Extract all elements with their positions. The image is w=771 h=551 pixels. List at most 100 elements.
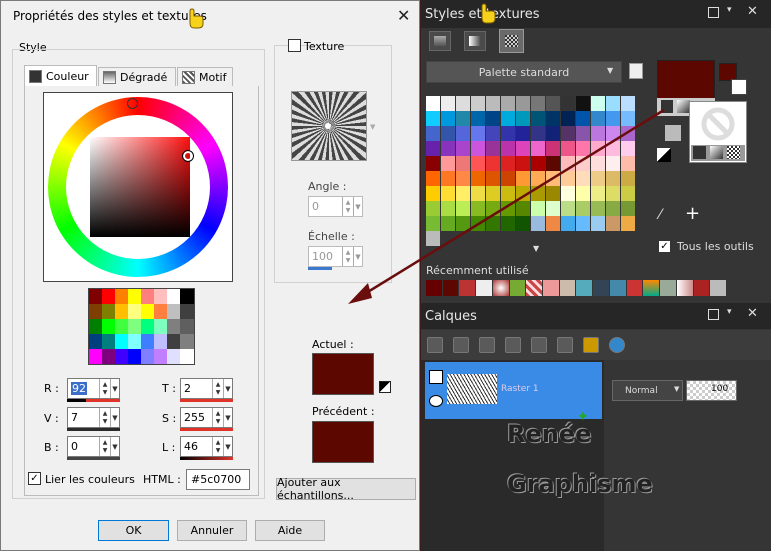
link-icon[interactable] bbox=[557, 337, 573, 353]
t-spinner[interactable]: ▲ ▼ bbox=[212, 379, 223, 398]
recent-swatch[interactable] bbox=[643, 280, 660, 296]
recent-swatch[interactable] bbox=[593, 280, 609, 296]
new-raster-icon[interactable] bbox=[453, 337, 469, 353]
layer-name[interactable]: Raster 1 bbox=[501, 384, 539, 394]
layer-group-icon[interactable] bbox=[429, 370, 443, 384]
saturation-lightness-square[interactable] bbox=[90, 137, 190, 237]
fg-style-icon[interactable] bbox=[661, 100, 673, 113]
recent-swatch[interactable] bbox=[442, 280, 459, 296]
new-layer-icon[interactable] bbox=[427, 337, 443, 353]
texture-preview[interactable] bbox=[291, 91, 367, 161]
bg-mini-swatch[interactable] bbox=[731, 79, 747, 95]
s-input[interactable]: 255 ▲ ▼ ▼ bbox=[180, 407, 233, 428]
recent-swatch[interactable] bbox=[576, 280, 593, 296]
echelle-spinner[interactable]: ▲ ▼ bbox=[342, 247, 353, 266]
eye-icon[interactable] bbox=[429, 395, 443, 407]
html-input[interactable]: #5c0700 bbox=[186, 469, 250, 490]
angle-dropdown-icon[interactable]: ▼ bbox=[353, 197, 362, 216]
recent-swatch[interactable] bbox=[509, 280, 526, 296]
fx-icon[interactable] bbox=[479, 337, 495, 353]
blend-mode-select[interactable]: Normal bbox=[612, 380, 683, 401]
r-input[interactable]: 92 ▲ ▼ ▼ bbox=[67, 378, 120, 399]
t-dropdown-icon[interactable]: ▼ bbox=[223, 379, 232, 398]
tab-motif[interactable]: Motif bbox=[177, 67, 233, 87]
tab-couleur[interactable]: Couleur bbox=[24, 65, 97, 87]
recent-swatch[interactable] bbox=[559, 280, 576, 296]
palette-select[interactable]: Palette standard bbox=[426, 61, 622, 83]
texture-dropdown-icon[interactable]: ▼ bbox=[370, 123, 375, 131]
add-to-swatches-button[interactable]: Ajouter aux échantillons... bbox=[276, 476, 416, 502]
eyedropper-icon[interactable]: ⁄ bbox=[659, 207, 661, 223]
color-marker[interactable] bbox=[182, 150, 194, 162]
l-dropdown-icon[interactable]: ▼ bbox=[223, 437, 232, 456]
opacity-slider[interactable]: 100 bbox=[686, 380, 737, 401]
recent-swatch[interactable] bbox=[609, 280, 626, 296]
color-mode-tab[interactable] bbox=[429, 31, 451, 51]
basic-swatch-grid[interactable] bbox=[88, 288, 195, 365]
r-spinner[interactable]: ▲ ▼ bbox=[99, 379, 110, 398]
close-icon[interactable]: ✕ bbox=[397, 6, 410, 25]
delete-layer-icon[interactable] bbox=[531, 337, 547, 353]
b-spinner[interactable]: ▲ ▼ bbox=[99, 437, 110, 456]
v-spinner[interactable]: ▲ ▼ bbox=[99, 408, 110, 427]
recent-swatch[interactable] bbox=[543, 280, 559, 296]
default-colors-icon[interactable] bbox=[657, 148, 671, 162]
v-input[interactable]: 7 ▲ ▼ ▼ bbox=[67, 407, 120, 428]
brush-mask-icon[interactable] bbox=[505, 337, 521, 353]
b-dropdown-icon[interactable]: ▼ bbox=[110, 437, 119, 456]
color-switch-icon[interactable] bbox=[379, 381, 391, 393]
tab-degrade[interactable]: Dégradé bbox=[98, 67, 176, 87]
panel-close-icon[interactable]: ✕ bbox=[747, 4, 758, 19]
palette-more-icon[interactable]: ▼ bbox=[533, 244, 539, 253]
layer-row-raster1[interactable]: Raster 1 bbox=[425, 362, 602, 419]
lier-couleurs-checkbox[interactable]: ✓ bbox=[28, 472, 41, 485]
recent-swatch[interactable] bbox=[626, 280, 643, 296]
lock-icon[interactable] bbox=[583, 337, 599, 353]
pattern-mode-tab[interactable] bbox=[499, 29, 524, 53]
layers-maximize-icon[interactable] bbox=[708, 309, 719, 320]
palette-menu-icon[interactable] bbox=[629, 63, 643, 79]
bg-pattern-icon[interactable] bbox=[727, 146, 740, 159]
echelle-input[interactable]: 100 ▲ ▼ ▼ bbox=[308, 246, 363, 267]
current-color-swatch[interactable] bbox=[312, 353, 374, 395]
recent-swatches[interactable] bbox=[426, 280, 726, 296]
swap-colors-icon[interactable] bbox=[665, 125, 681, 141]
pin-icon[interactable]: ▾ bbox=[727, 5, 732, 15]
palette-grid[interactable] bbox=[426, 96, 636, 246]
recent-swatch[interactable] bbox=[426, 280, 442, 296]
maximize-icon[interactable] bbox=[708, 7, 719, 18]
angle-input[interactable]: 0 ▲ ▼ ▼ bbox=[308, 196, 363, 217]
t-input[interactable]: 2 ▲ ▼ ▼ bbox=[180, 378, 233, 399]
gradient-mode-tab[interactable] bbox=[464, 31, 486, 51]
angle-spinner[interactable]: ▲ ▼ bbox=[342, 197, 353, 216]
s-spinner[interactable]: ▲ ▼ bbox=[212, 408, 223, 427]
recent-swatch[interactable] bbox=[676, 280, 693, 296]
r-dropdown-icon[interactable]: ▼ bbox=[110, 379, 119, 398]
l-spinner[interactable]: ▲ ▼ bbox=[212, 437, 223, 456]
recent-swatch[interactable] bbox=[459, 280, 476, 296]
b-input[interactable]: 0 ▲ ▼ ▼ bbox=[67, 436, 120, 457]
help-button[interactable]: Aide bbox=[255, 520, 325, 541]
ok-button[interactable]: OK bbox=[98, 520, 169, 541]
recent-swatch[interactable] bbox=[476, 280, 492, 296]
previous-color-swatch[interactable] bbox=[312, 421, 374, 463]
recent-swatch[interactable] bbox=[693, 280, 710, 296]
recent-swatch[interactable] bbox=[660, 280, 676, 296]
v-dropdown-icon[interactable]: ▼ bbox=[110, 408, 119, 427]
layers-close-icon[interactable]: ✕ bbox=[747, 306, 758, 321]
recent-swatch[interactable] bbox=[526, 280, 543, 296]
bg-gradient-icon[interactable] bbox=[710, 146, 723, 159]
l-input[interactable]: 46 ▲ ▼ ▼ bbox=[180, 436, 233, 457]
bg-style-icon[interactable] bbox=[693, 146, 706, 159]
add-icon[interactable]: + bbox=[685, 205, 700, 223]
cancel-button[interactable]: Annuler bbox=[177, 520, 247, 541]
echelle-dropdown-icon[interactable]: ▼ bbox=[353, 247, 362, 266]
blend-dropdown-icon[interactable]: ▼ bbox=[674, 385, 679, 393]
recent-swatch[interactable] bbox=[710, 280, 726, 296]
tous-outils-checkbox[interactable]: ✓ bbox=[658, 240, 671, 253]
layers-pin-icon[interactable]: ▾ bbox=[727, 307, 732, 317]
hue-marker[interactable] bbox=[127, 98, 138, 109]
recent-swatch[interactable] bbox=[492, 280, 509, 296]
texture-checkbox[interactable] bbox=[288, 39, 301, 52]
palette-dropdown-icon[interactable]: ▼ bbox=[607, 66, 613, 75]
